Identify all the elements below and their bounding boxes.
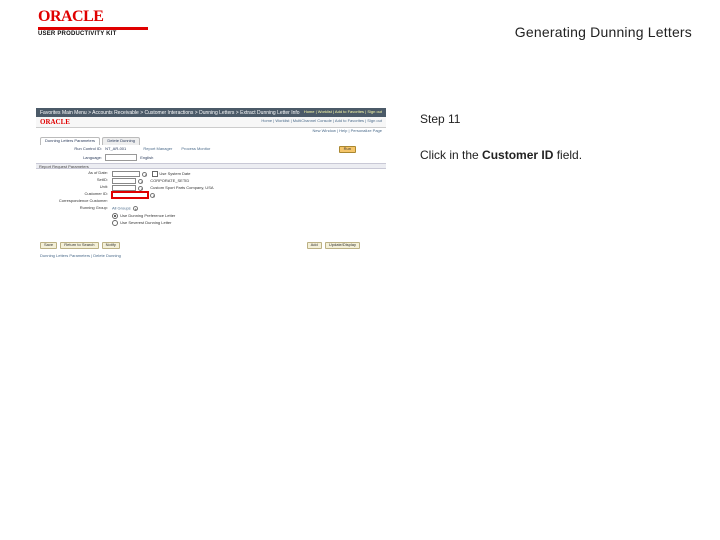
language-row: Language: English <box>42 154 382 161</box>
use-severest-dunning-label: Use Severest Dunning Letter <box>120 220 171 225</box>
shot-window-links: New Window | Help | Personalize Page <box>36 128 386 135</box>
run-control-row: Run Control ID: NT_AR-001 Report Manager… <box>42 147 382 152</box>
run-control-value: NT_AR-001 <box>105 147 126 152</box>
parameter-fields: As of Date: Use System Date SetID: CORPO… <box>42 171 382 227</box>
use-system-date-label: Use System Date <box>159 171 190 176</box>
setid-input[interactable] <box>112 178 136 184</box>
setid-label: SetID: <box>42 178 108 183</box>
oracle-wordmark: ORACLE <box>38 8 148 26</box>
report-manager-link[interactable]: Report Manager <box>143 146 172 151</box>
running-group-label: Running Group: <box>42 206 108 211</box>
correspondence-customer-label: Correspondence Customer: <box>42 199 108 204</box>
lookup-icon[interactable] <box>138 179 143 184</box>
unit-desc: Custom Sport Parts Company, USA <box>150 185 213 190</box>
running-group-row: Running Group: All Groups <box>42 206 382 213</box>
notify-button[interactable]: Notify <box>102 242 120 249</box>
lookup-icon[interactable] <box>150 193 155 198</box>
use-system-date-checkbox[interactable] <box>152 171 158 177</box>
step-number: Step 11 <box>420 112 696 126</box>
run-control-label: Run Control ID: <box>42 147 102 152</box>
run-button[interactable]: Run <box>339 146 356 153</box>
customer-id-input[interactable] <box>112 192 148 198</box>
language-select[interactable] <box>105 154 137 161</box>
tab-delete-dunning[interactable]: Delete Dunning <box>102 137 140 145</box>
language-value-text: English <box>140 155 153 160</box>
shot-brand-bar: ORACLE Home | Worklist | MultiChannel Co… <box>36 117 386 128</box>
radio-row-1: Use Dunning Preference Letter <box>42 213 382 220</box>
unit-label: Unit: <box>42 185 108 190</box>
instruction-bold: Customer ID <box>482 148 553 162</box>
embedded-screenshot: Favorites Main Menu > Accounts Receivabl… <box>36 108 386 268</box>
customer-id-label: Customer ID: <box>42 192 108 197</box>
shot-breadcrumb: Favorites Main Menu > Accounts Receivabl… <box>40 110 300 116</box>
use-dunning-preference-label: Use Dunning Preference Letter <box>120 213 175 218</box>
shot-tabs: Dunning Letters Parameters Delete Dunnin… <box>40 137 141 145</box>
bottom-right-buttons: Add Update/Display <box>307 242 362 249</box>
tab-dunning-parameters[interactable]: Dunning Letters Parameters <box>40 137 100 145</box>
save-button[interactable]: Save <box>40 242 57 249</box>
setid-desc: CORPORATE_SETID <box>150 178 189 183</box>
as-of-date-input[interactable] <box>112 171 140 177</box>
unit-input[interactable] <box>112 185 136 191</box>
shot-oracle-wordmark: ORACLE <box>40 118 70 126</box>
report-request-params-label: Report Request Parameters <box>39 164 89 169</box>
instruction-post: field. <box>553 148 582 162</box>
oracle-red-bar <box>38 27 148 30</box>
report-request-params-bar: Report Request Parameters <box>36 163 386 169</box>
lookup-icon[interactable] <box>138 186 143 191</box>
radio-row-2: Use Severest Dunning Letter <box>42 220 382 227</box>
shot-personalize: New Window | Help | Personalize Page <box>313 128 382 133</box>
oracle-upk-logo: ORACLE USER PRODUCTIVITY KIT <box>38 8 148 38</box>
as-of-date-label: As of Date: <box>42 171 108 176</box>
instruction-panel: Step 11 Click in the Customer ID field. <box>420 112 696 162</box>
bottom-tab-links: Dunning Letters Parameters | Delete Dunn… <box>40 254 121 259</box>
bottom-left-buttons: Save Return to Search Notify <box>40 242 122 249</box>
all-groups-link[interactable]: All Groups <box>112 206 131 211</box>
upk-subtitle: USER PRODUCTIVITY KIT <box>38 31 148 37</box>
instruction-text: Click in the Customer ID field. <box>420 148 696 162</box>
language-label: Language: <box>42 156 102 161</box>
as-of-date-row: As of Date: Use System Date <box>42 171 382 178</box>
process-monitor-link[interactable]: Process Monitor <box>181 146 210 151</box>
use-severest-dunning-radio[interactable] <box>112 220 118 226</box>
return-to-search-button[interactable]: Return to Search <box>60 242 98 249</box>
use-dunning-preference-radio[interactable] <box>112 213 118 219</box>
shot-nav-links: Home | Worklist | MultiChannel Console |… <box>261 119 382 124</box>
calendar-icon[interactable] <box>142 172 147 177</box>
shot-topnav-links: Home | Worklist | Add to Favorites | Sig… <box>304 110 382 115</box>
add-button[interactable]: Add <box>307 242 322 249</box>
page-title: Generating Dunning Letters <box>515 24 692 40</box>
update-display-button[interactable]: Update/Display <box>325 242 360 249</box>
lookup-icon[interactable] <box>133 206 138 211</box>
instruction-pre: Click in the <box>420 148 482 162</box>
setid-row: SetID: CORPORATE_SETID <box>42 178 382 185</box>
